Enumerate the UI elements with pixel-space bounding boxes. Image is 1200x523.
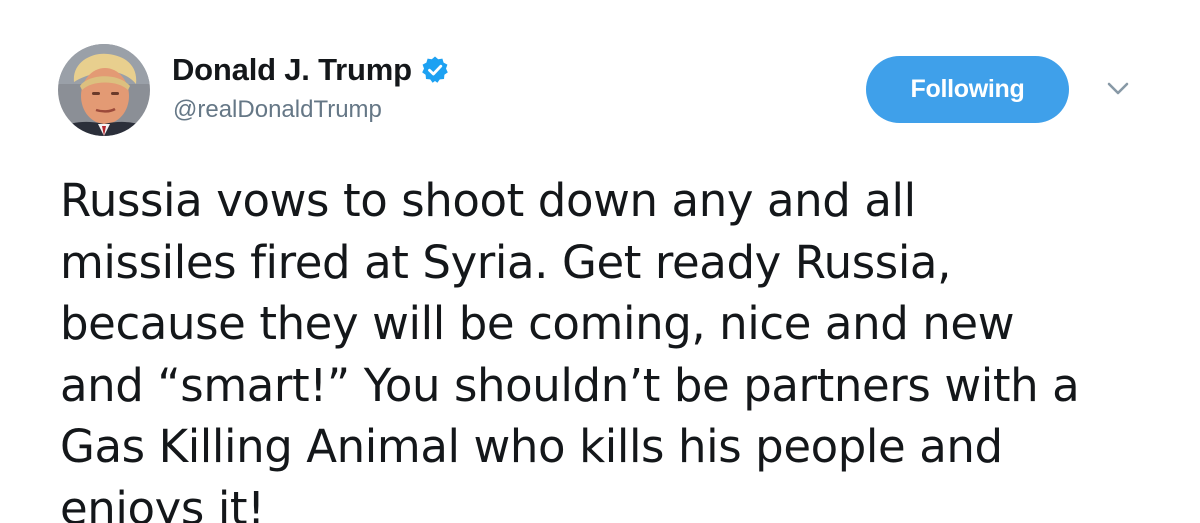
tweet-text-line: missiles fired at Syria. Get ready Russi… [60,235,952,289]
tweet-text-line: because they will be coming, nice and ne… [60,297,1015,350]
tweet-text-line: and “smart!” You shouldn’t be partners w… [60,358,1080,412]
avatar[interactable] [58,44,150,136]
tweet-text-line: Gas Killing Animal who kills his people … [60,420,1003,473]
tweet-text-line: enjoys it! [60,481,265,523]
name-row: Donald J. Trump [172,50,450,90]
display-name[interactable]: Donald J. Trump [172,52,412,88]
verified-badge-icon [420,55,450,85]
following-button[interactable]: Following [866,56,1069,123]
user-handle[interactable]: @realDonaldTrump [173,96,382,124]
tweet-text: Russia vows to shoot down any and all mi… [60,170,1170,523]
chevron-down-icon[interactable] [1104,78,1132,100]
tweet-card: Donald J. Trump @realDonaldTrump Followi… [0,0,1200,523]
tweet-text-line: Russia vows to shoot down any and all [60,174,916,227]
